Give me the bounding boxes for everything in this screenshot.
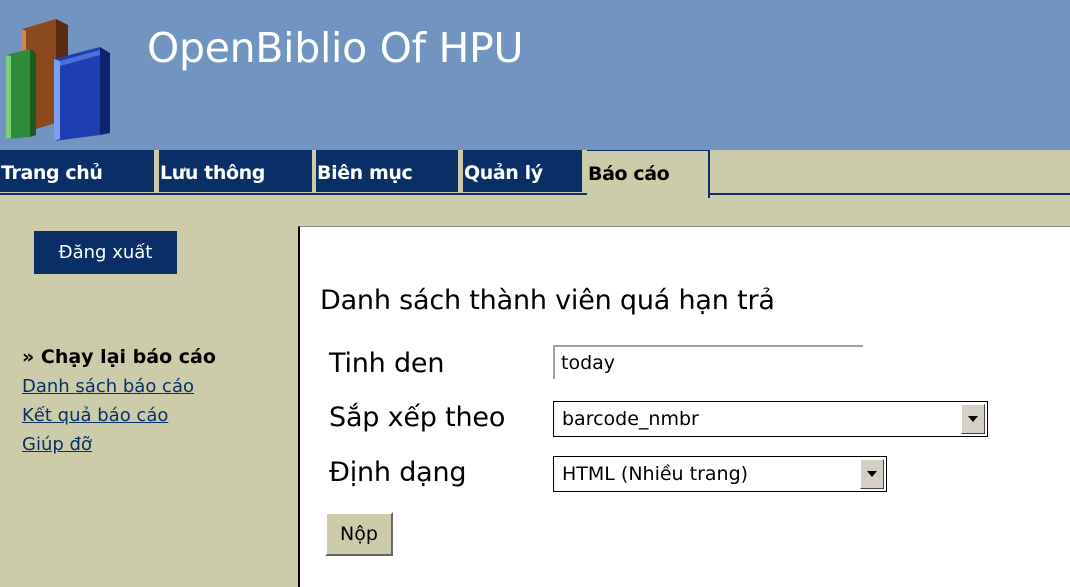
logout-button[interactable]: Đăng xuất [34,231,177,274]
date-label: Tinh den [329,348,445,379]
app-title: OpenBiblio Of HPU [147,24,524,72]
tab-circulation[interactable]: Lưu thông [159,150,312,192]
header-banner: OpenBiblio Of HPU [0,0,1070,150]
sort-select[interactable]: barcode_nmbr [553,401,988,437]
tab-admin[interactable]: Quản lý [463,150,582,192]
tab-baseline-divider [0,193,1070,195]
tab-cataloging[interactable]: Biên mục [316,150,458,192]
report-form-panel: Danh sách thành viên quá hạn trả Tinh de… [298,226,1070,587]
books-icon [6,19,110,141]
chevron-down-icon[interactable] [961,404,985,434]
format-select[interactable]: HTML (Nhiều trang) [553,456,887,492]
date-input[interactable] [553,345,863,379]
report-title: Danh sách thành viên quá hạn trả [320,285,775,316]
tab-reports[interactable]: Báo cáo [587,150,710,198]
sidebar-link-help[interactable]: Giúp đỡ [22,430,216,459]
sidebar-link-report-results[interactable]: Kết quả báo cáo [22,401,216,430]
sidebar-nav: » Chạy lại báo cáo Danh sách báo cáo Kết… [22,343,216,459]
submit-button[interactable]: Nộp [325,512,393,556]
sort-select-value: barcode_nmbr [562,408,699,430]
tab-home[interactable]: Trang chủ [0,150,154,192]
sidebar-link-report-list[interactable]: Danh sách báo cáo [22,372,216,401]
sidebar-item-rerun-report: » Chạy lại báo cáo [22,346,216,368]
format-select-value: HTML (Nhiều trang) [562,463,749,485]
chevron-down-icon[interactable] [860,459,884,489]
format-label: Định dạng [329,457,467,488]
main-tab-bar: Trang chủ Lưu thông Biên mục Quản lý Báo… [0,150,1070,198]
sort-label: Sắp xếp theo [329,402,506,433]
